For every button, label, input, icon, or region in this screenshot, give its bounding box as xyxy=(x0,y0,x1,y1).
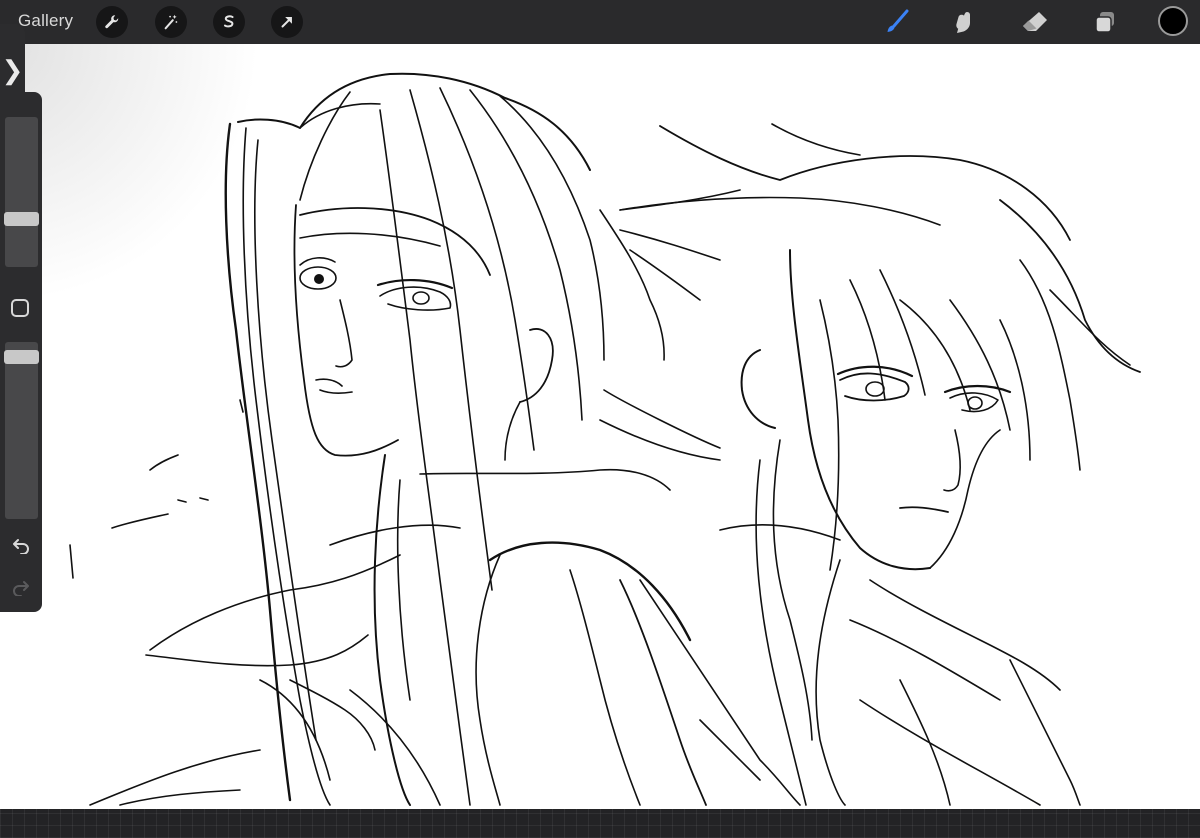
chevron-right-icon: ❯ xyxy=(1,54,24,85)
wrench-icon xyxy=(105,15,119,29)
smudge-button[interactable] xyxy=(947,5,981,39)
actions-button[interactable] xyxy=(96,6,128,38)
layers-icon xyxy=(1095,12,1114,33)
opacity-thumb[interactable] xyxy=(4,350,39,365)
bottom-bar xyxy=(0,809,1200,838)
redo-icon xyxy=(13,581,29,596)
undo-icon xyxy=(13,539,29,554)
redo-button[interactable] xyxy=(8,574,34,600)
adjustments-button[interactable] xyxy=(155,6,187,38)
brush-size-thumb[interactable] xyxy=(4,212,39,227)
magic-wand-icon xyxy=(164,14,178,30)
eraser-icon xyxy=(1023,12,1047,31)
opacity-slider[interactable] xyxy=(4,342,39,519)
undo-button[interactable] xyxy=(8,532,34,558)
drawing-canvas[interactable] xyxy=(0,44,1200,809)
transform-arrow-icon xyxy=(281,17,292,28)
transform-button[interactable] xyxy=(271,6,303,38)
eraser-button[interactable] xyxy=(1018,5,1052,39)
gallery-button[interactable]: Gallery xyxy=(18,11,73,31)
top-toolbar: Gallery xyxy=(0,0,1200,44)
modify-button[interactable] xyxy=(11,299,29,317)
right-figure-sketch xyxy=(619,123,1141,806)
brush-icon xyxy=(887,9,909,32)
brush-size-slider[interactable] xyxy=(4,117,39,267)
brush-button[interactable] xyxy=(879,5,913,39)
layers-button[interactable] xyxy=(1088,5,1122,39)
color-picker-button[interactable] xyxy=(1158,6,1188,36)
sidebar xyxy=(0,92,42,612)
smudge-icon xyxy=(956,12,970,33)
selection-button[interactable] xyxy=(213,6,245,38)
selection-icon xyxy=(223,15,234,28)
